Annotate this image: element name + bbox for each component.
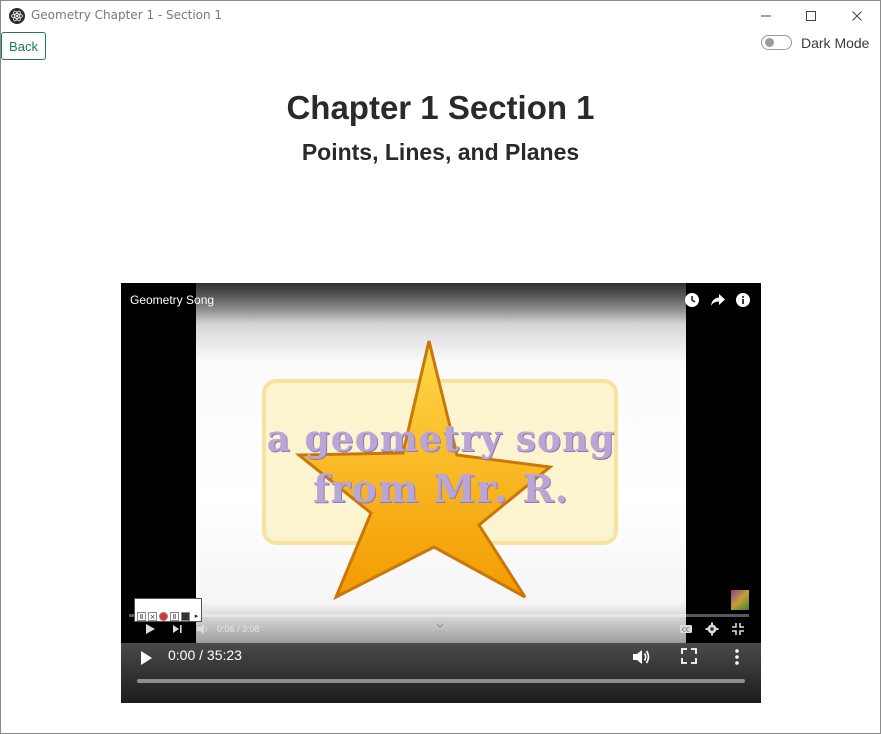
recorder-pause-button[interactable]: Ⅱ xyxy=(137,612,146,621)
title-bar: Geometry Chapter 1 - Section 1 xyxy=(0,0,881,31)
page-subtitle: Points, Lines, and Planes xyxy=(301,139,580,165)
dark-mode-toggle[interactable] xyxy=(761,35,792,50)
embed-video-title[interactable]: Geometry Song xyxy=(130,293,214,307)
next-icon[interactable] xyxy=(170,622,184,636)
maximize-icon xyxy=(806,10,816,21)
recorder-stop-button[interactable] xyxy=(181,612,190,621)
settings-icon[interactable] xyxy=(705,622,719,636)
back-button[interactable]: Back xyxy=(1,32,46,60)
chevron-down-icon[interactable] xyxy=(434,621,446,631)
close-button[interactable] xyxy=(834,0,880,31)
play-icon[interactable] xyxy=(143,622,157,636)
page-title: Chapter 1 Section 1 xyxy=(286,89,595,126)
video-player[interactable]: a geometry song from Mr. R. Geometry Son… xyxy=(121,283,761,703)
watch-later-icon[interactable] xyxy=(684,292,700,308)
embed-top-bar xyxy=(121,283,761,323)
volume-icon[interactable] xyxy=(631,647,651,667)
captions-icon[interactable]: CC xyxy=(679,622,693,636)
window-title: Geometry Chapter 1 - Section 1 xyxy=(31,8,223,22)
recorder-widget[interactable]: Ⅱ × Ⅱ ▸ xyxy=(134,598,202,622)
volume-icon[interactable] xyxy=(195,622,209,636)
share-icon[interactable] xyxy=(710,292,726,308)
svg-text:CC: CC xyxy=(682,628,690,634)
info-icon[interactable] xyxy=(735,292,751,308)
play-icon[interactable] xyxy=(139,650,153,666)
minimize-button[interactable] xyxy=(743,0,789,31)
toggle-knob xyxy=(765,38,774,47)
recorder-step-button[interactable]: Ⅱ xyxy=(170,612,179,621)
fullscreen-icon[interactable] xyxy=(680,647,698,665)
card-text-line-1: a geometry song xyxy=(266,418,616,460)
dark-mode-label: Dark Mode xyxy=(801,35,870,51)
embed-progress-bar[interactable] xyxy=(129,614,749,617)
maximize-button[interactable] xyxy=(788,0,834,31)
app-icon xyxy=(9,8,25,24)
minimize-icon xyxy=(761,15,771,16)
card-text-line-2: from Mr. R. xyxy=(312,466,569,511)
video-controls: 0:00 / 35:23 xyxy=(121,643,761,703)
more-options-icon[interactable] xyxy=(730,647,744,667)
recorder-close-button[interactable]: × xyxy=(148,612,157,621)
close-icon xyxy=(852,10,862,21)
embed-time: 0:06 / 3:08 xyxy=(217,624,260,634)
recorder-next-button[interactable]: ▸ xyxy=(192,612,201,621)
recorder-record-button[interactable] xyxy=(159,612,168,621)
exit-fullscreen-icon[interactable] xyxy=(731,622,745,636)
player-progress-bar[interactable] xyxy=(137,679,745,683)
player-time: 0:00 / 35:23 xyxy=(168,647,242,663)
